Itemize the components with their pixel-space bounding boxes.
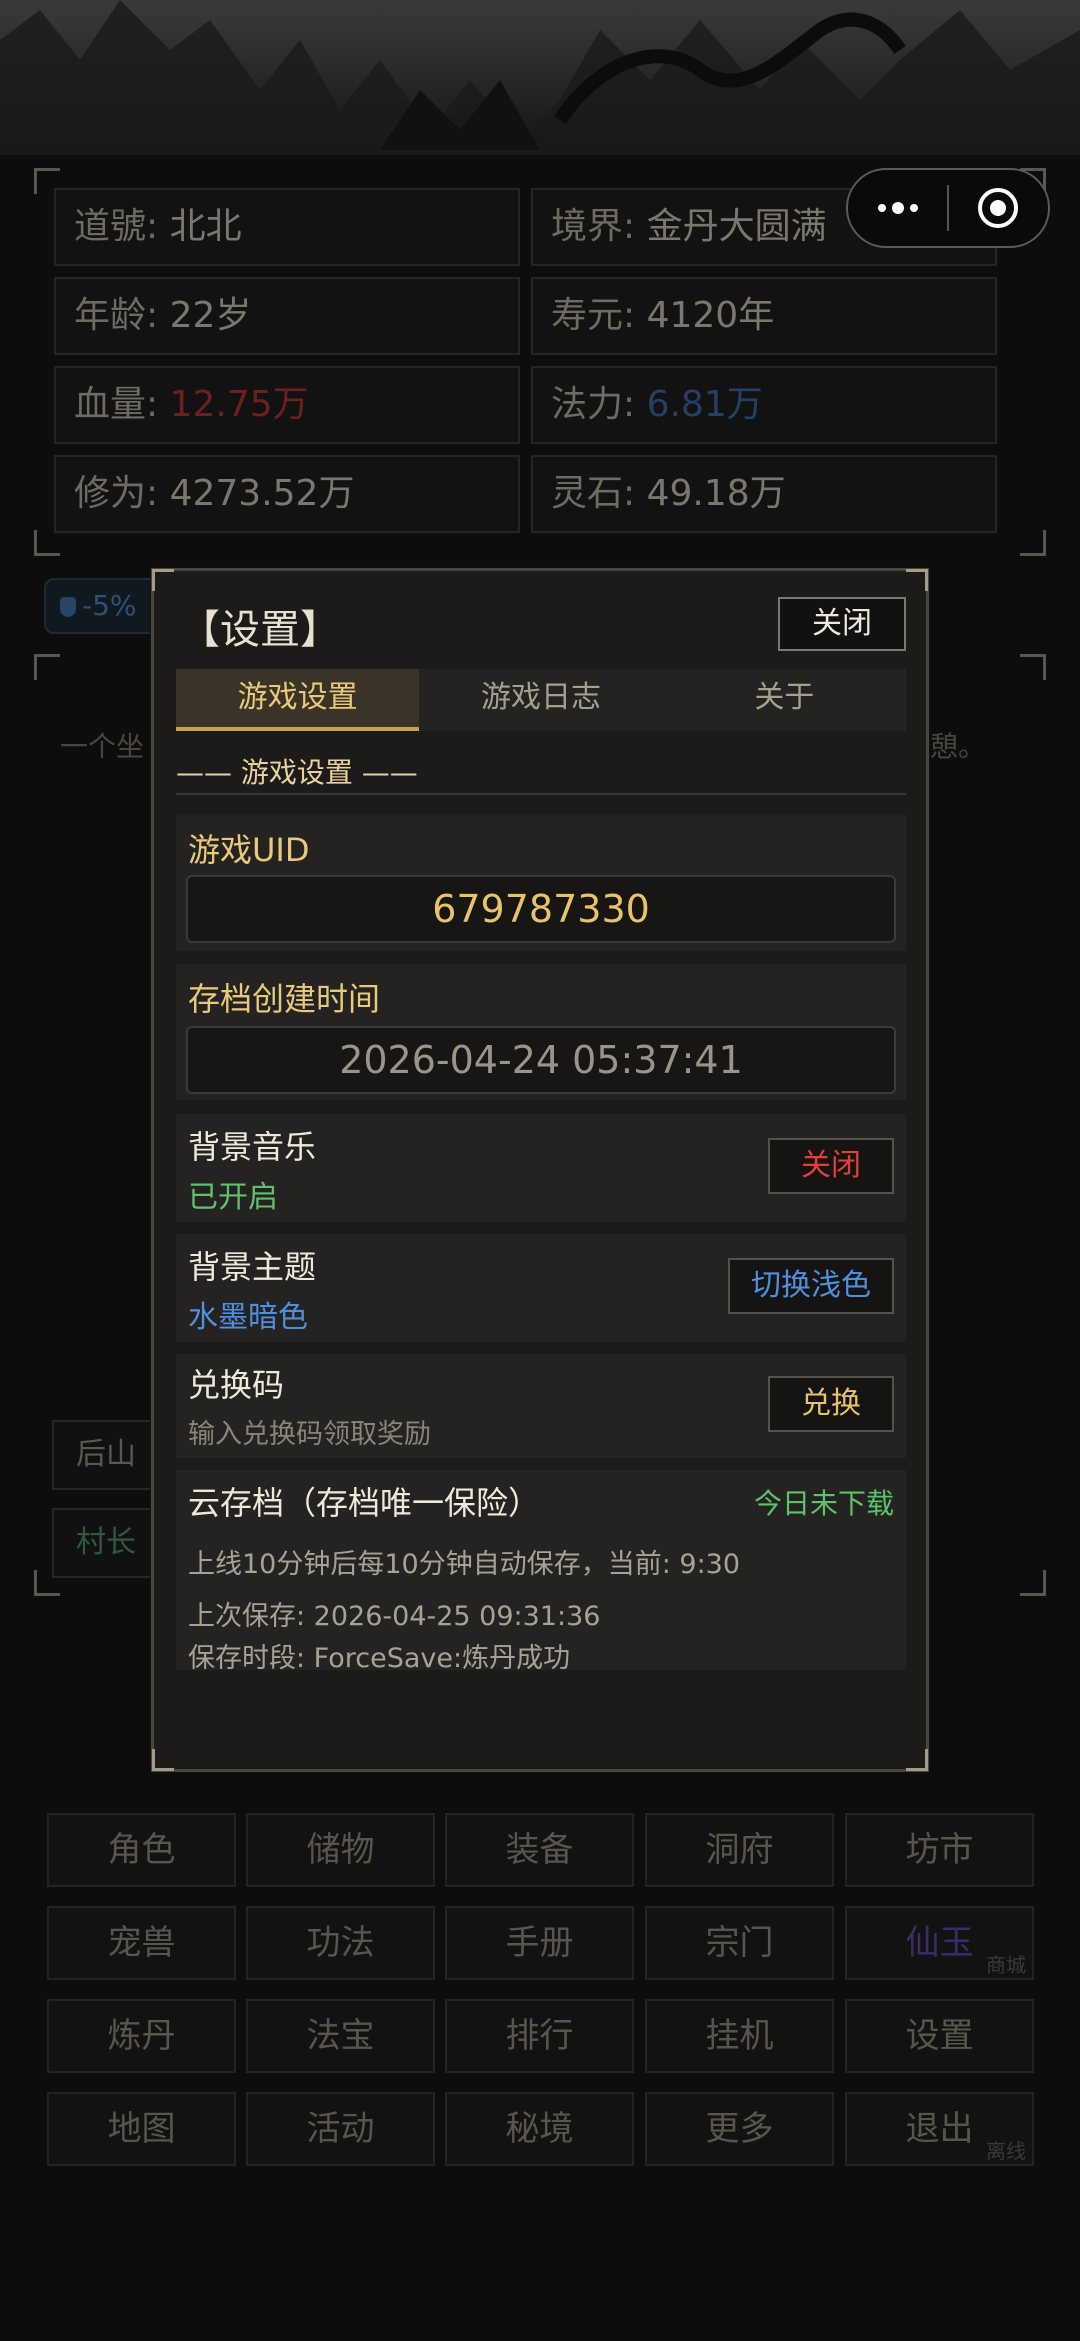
menu-button-label: 手册	[505, 1923, 574, 1963]
menu-button-label: 活动	[306, 2109, 375, 2149]
menu-button-sublabel: 商城	[986, 1953, 1026, 1977]
stat-cultivation: 修为: 4273.52万	[54, 455, 520, 533]
stat-hp: 血量: 12.75万	[54, 366, 520, 444]
menu-button-label: 更多	[705, 2109, 774, 2149]
section-divider	[176, 793, 906, 795]
menu-button-label: 功法	[306, 1923, 375, 1963]
menu-button-label: 炼丹	[107, 2016, 176, 2056]
theme-status: 水墨暗色	[188, 1300, 308, 1335]
menu-button-sublabel: 离线	[986, 2139, 1026, 2163]
section-heading: —— 游戏设置 ——	[176, 756, 418, 789]
menu-button-label: 地图	[107, 2109, 176, 2149]
menu-button[interactable]: 宠兽	[47, 1906, 236, 1980]
stat-mana: 法力: 6.81万	[531, 366, 997, 444]
menu-button[interactable]: 炼丹	[47, 1999, 236, 2073]
settings-tabs: 游戏设置 游戏日志 关于	[176, 669, 906, 731]
miniapp-close-button[interactable]	[949, 170, 1048, 246]
uid-label: 游戏UID	[188, 831, 310, 869]
stat-lifespan: 寿元: 4120年	[531, 277, 997, 355]
cloud-save-period: 保存时段: ForceSave:炼丹成功	[188, 1643, 571, 1674]
menu-button-label: 排行	[505, 2016, 574, 2056]
menu-button-label: 宗门	[705, 1923, 774, 1963]
more-dots-icon	[877, 202, 918, 214]
menu-button[interactable]: 排行	[445, 1999, 634, 2073]
cloud-save-status[interactable]: 今日未下载	[754, 1482, 894, 1522]
uid-field[interactable]: 679787330	[186, 875, 896, 943]
menu-button[interactable]: 装备	[445, 1813, 634, 1887]
redeem-hint: 输入兑换码领取奖励	[188, 1419, 431, 1450]
menu-button[interactable]: 仙玉 商城	[845, 1906, 1034, 1980]
redeem-label: 兑换码	[188, 1366, 285, 1404]
cloud-save-schedule: 上线10分钟后每10分钟自动保存，当前: 9:30	[188, 1549, 741, 1580]
cloud-save-card: 云存档（存档唯一保险） 今日未下载 上线10分钟后每10分钟自动保存，当前: 9…	[176, 1470, 906, 1674]
menu-button[interactable]: 挂机	[645, 1999, 834, 2073]
menu-button-label: 退出	[905, 2109, 974, 2149]
menu-button-label: 角色	[107, 1830, 176, 1870]
menu-button-label: 仙玉	[905, 1923, 974, 1963]
menu-button[interactable]: 更多	[645, 2092, 834, 2166]
theme-label: 背景主题	[188, 1248, 317, 1286]
menu-button-label: 坊市	[905, 1830, 974, 1870]
cloud-save-title: 云存档（存档唯一保险）	[188, 1484, 541, 1522]
music-toggle-button[interactable]: 关闭	[768, 1138, 894, 1194]
menu-button[interactable]: 设置	[845, 1999, 1034, 2073]
theme-switch-button[interactable]: 切换浅色	[728, 1258, 894, 1314]
settings-modal: 【设置】 关闭 游戏设置 游戏日志 关于 —— 游戏设置 —— 游戏UID 67…	[151, 568, 929, 1772]
menu-button-label: 挂机	[705, 2016, 774, 2056]
created-time-field: 2026-04-24 05:37:41	[186, 1026, 896, 1094]
menu-button-label: 法宝	[306, 2016, 375, 2056]
menu-button[interactable]: 储物	[246, 1813, 435, 1887]
created-time-card: 存档创建时间 2026-04-24 05:37:41	[176, 964, 906, 1100]
redeem-card: 兑换码 输入兑换码领取奖励 兑换	[176, 1354, 906, 1458]
cloud-save-last: 上次保存: 2026-04-25 09:31:36	[188, 1601, 601, 1632]
menu-button[interactable]: 退出 离线	[845, 2092, 1034, 2166]
music-label: 背景音乐	[188, 1128, 317, 1166]
uid-card: 游戏UID 679787330	[176, 815, 906, 951]
modal-close-button[interactable]: 关闭	[778, 597, 906, 651]
menu-button-label: 宠兽	[107, 1923, 176, 1963]
modal-title: 【设置】	[180, 607, 340, 653]
tab-about[interactable]: 关于	[662, 669, 906, 731]
menu-button[interactable]: 法宝	[246, 1999, 435, 2073]
menu-button-label: 设置	[905, 2016, 974, 2056]
story-text: 一个坐	[60, 730, 145, 763]
stat-spirit-stone: 灵石: 49.18万	[531, 455, 997, 533]
menu-button[interactable]: 秘境	[445, 2092, 634, 2166]
stat-daohao: 道號: 北北	[54, 188, 520, 266]
menu-button[interactable]: 角色	[47, 1813, 236, 1887]
theme-card: 背景主题 水墨暗色 切换浅色	[176, 1234, 906, 1342]
mountain-dragon-illustration	[0, 0, 1080, 155]
menu-button-label: 秘境	[505, 2109, 574, 2149]
menu-button[interactable]: 地图	[47, 2092, 236, 2166]
shield-icon	[60, 597, 76, 617]
more-button[interactable]	[848, 170, 947, 246]
menu-button[interactable]: 功法	[246, 1906, 435, 1980]
menu-button[interactable]: 宗门	[645, 1906, 834, 1980]
miniapp-capsule	[846, 168, 1050, 248]
story-text-end: 憩。	[930, 730, 987, 763]
menu-button[interactable]: 坊市	[845, 1813, 1034, 1887]
stat-age: 年龄: 22岁	[54, 277, 520, 355]
menu-button[interactable]: 手册	[445, 1906, 634, 1980]
created-time-label: 存档创建时间	[188, 980, 381, 1018]
menu-button-label: 洞府	[705, 1830, 774, 1870]
redeem-button[interactable]: 兑换	[768, 1376, 894, 1432]
music-status: 已开启	[188, 1180, 278, 1215]
tab-game-settings[interactable]: 游戏设置	[176, 669, 420, 731]
miniapp-target-icon	[978, 188, 1019, 228]
menu-button-label: 储物	[306, 1830, 375, 1870]
menu-button[interactable]: 洞府	[645, 1813, 834, 1887]
menu-button-label: 装备	[505, 1830, 574, 1870]
music-card: 背景音乐 已开启 关闭	[176, 1114, 906, 1222]
menu-button[interactable]: 活动	[246, 2092, 435, 2166]
ink-landscape-banner	[0, 0, 1080, 155]
tab-game-log[interactable]: 游戏日志	[419, 669, 663, 731]
